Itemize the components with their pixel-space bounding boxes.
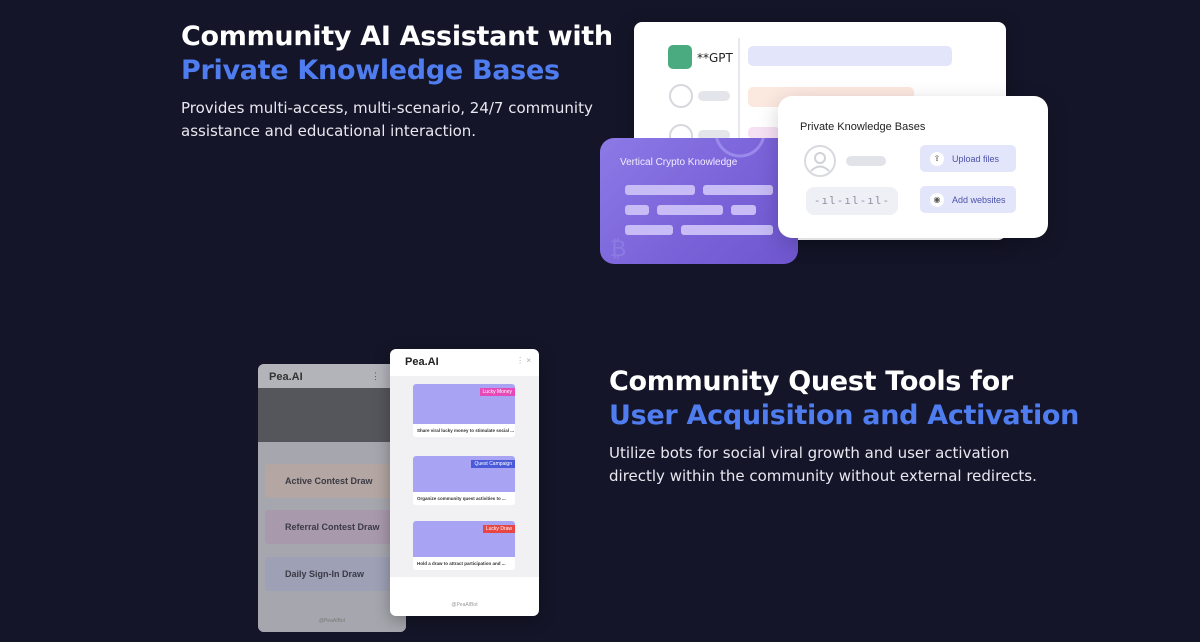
add-websites-button[interactable]: ◉ Add websites (920, 186, 1016, 213)
quest-card-text: Share viral lucky money to stimulate soc… (417, 428, 515, 433)
upload-files-label: Upload files (952, 153, 1000, 164)
upload-icon: ⇪ (930, 151, 944, 166)
front-phone-footer: @PeaAIBot (451, 602, 478, 608)
section2-description-line2: directly within the community without ex… (609, 466, 1037, 485)
section2-description-line1: Utilize bots for social viral growth and… (609, 444, 1010, 462)
section1-description: Provides multi-access, multi-scenario, 2… (181, 97, 593, 142)
section1-description-line2: assistance and educational interaction. (181, 121, 477, 140)
section2-title: Community Quest Tools for User Acquisiti… (609, 365, 1079, 433)
crypto-card-title: Vertical Crypto Knowledge (620, 157, 738, 168)
section1-title: Community AI Assistant with Private Know… (181, 20, 613, 88)
gpt-label: **GPT (697, 51, 733, 65)
back-phone-footer: @PeaAIBot (318, 618, 346, 624)
svg-text:₿: ₿ (610, 237, 626, 262)
back-phone-overlay (258, 388, 406, 442)
quest-card-text: Hold a draw to attract participation and… (417, 561, 506, 566)
daily-sign-in-draw-item[interactable]: Daily Sign-In Draw (265, 557, 399, 591)
user-name-bar (698, 91, 730, 101)
section1-title-line1: Community AI Assistant with (181, 21, 613, 52)
globe-icon: ◉ (930, 192, 944, 207)
section2-title-accent: User Acquisition and Activation (609, 400, 1080, 431)
kb-card-title: Private Knowledge Bases (800, 121, 926, 133)
crypto-bar (625, 205, 649, 215)
front-phone-title: Pea.AI (405, 356, 439, 368)
quest-card-image: Lucky Draw (413, 521, 515, 557)
voice-wave: -ıl-ıl-ıl- (806, 187, 898, 215)
crypto-bar (703, 185, 773, 195)
crypto-bar (731, 205, 756, 215)
quest-badge: Quest Campaign (471, 460, 515, 468)
more-icon[interactable]: ⋮ (371, 371, 380, 382)
crypto-bar (625, 185, 695, 195)
quest-card-image: Quest Campaign (413, 456, 515, 492)
section2-title-line1: Community Quest Tools for (609, 366, 1013, 397)
gpt-logo-icon (668, 45, 692, 69)
referral-contest-draw-item[interactable]: Referral Contest Draw (265, 510, 399, 544)
upload-files-button[interactable]: ⇪ Upload files (920, 145, 1016, 172)
section1-description-line1: Provides multi-access, multi-scenario, 2… (181, 99, 593, 117)
section2-description: Utilize bots for social viral growth and… (609, 442, 1037, 487)
menu-close-icon[interactable]: ⋮ × (516, 356, 531, 365)
add-websites-label: Add websites (952, 194, 1006, 205)
back-phone-title: Pea.AI (269, 371, 303, 383)
quest-card[interactable]: Lucky Money Share viral lucky money to s… (413, 384, 515, 437)
quest-badge: Lucky Draw (482, 525, 515, 533)
crypto-bar (625, 225, 673, 235)
kb-name-bar (846, 156, 886, 166)
quest-card[interactable]: Quest Campaign Organize community quest … (413, 456, 515, 505)
quest-list: Lucky Money Share viral lucky money to s… (390, 376, 539, 577)
front-phone: Pea.AI ⋮ × Lucky Money Share viral lucky… (390, 349, 539, 616)
section1-title-accent: Private Knowledge Bases (181, 55, 560, 86)
kb-avatar-icon (804, 145, 836, 177)
quest-card-text: Organize community quest activities to .… (417, 496, 506, 501)
quest-card[interactable]: Lucky Draw Hold a draw to attract partic… (413, 521, 515, 570)
gpt-divider (738, 38, 740, 138)
gpt-message-bar (748, 46, 952, 66)
back-phone: Pea.AI ⋮ Active Contest Draw Referral Co… (258, 364, 406, 632)
active-contest-draw-item[interactable]: Active Contest Draw (265, 464, 399, 498)
user-avatar-icon (669, 84, 693, 108)
quest-card-image: Lucky Money (413, 384, 515, 424)
crypto-bar (657, 205, 723, 215)
crypto-bar (681, 225, 773, 235)
quest-badge: Lucky Money (479, 388, 515, 396)
